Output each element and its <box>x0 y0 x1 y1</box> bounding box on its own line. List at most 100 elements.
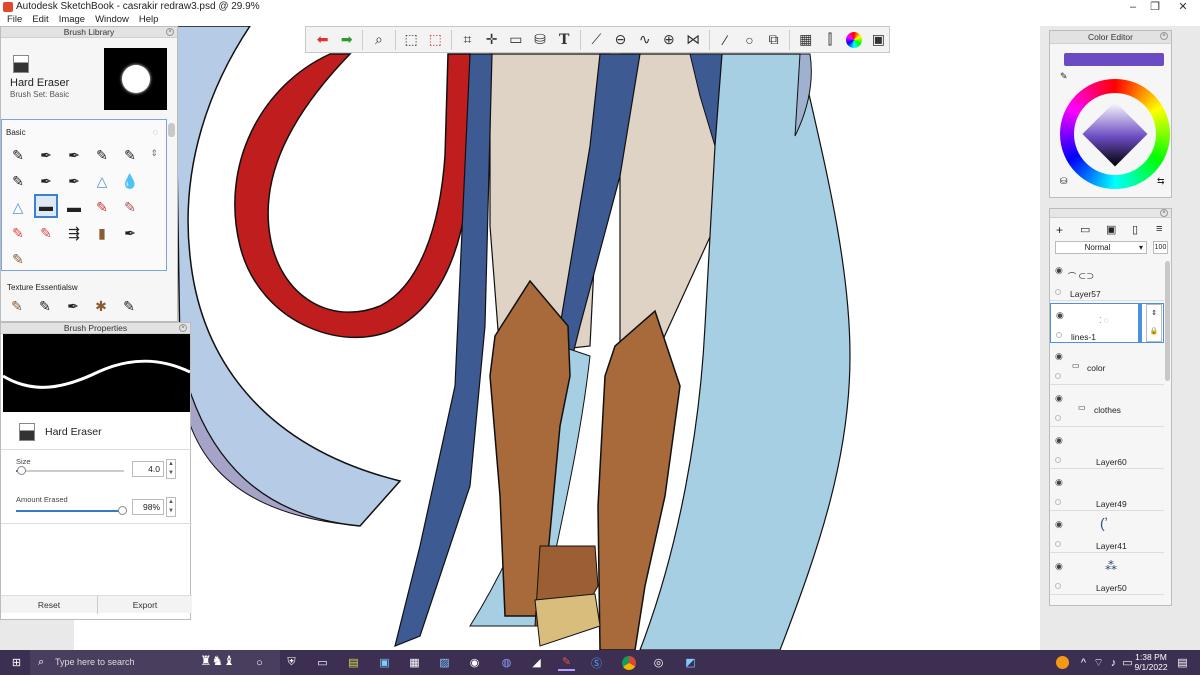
maximize-button[interactable]: ❐ <box>1142 0 1168 14</box>
brush-airbrush-icon[interactable]: △ <box>92 170 112 192</box>
menu-edit[interactable]: Edit <box>29 14 51 25</box>
menu-window[interactable]: Window <box>92 14 132 25</box>
redo-icon[interactable]: ➡ <box>336 29 357 51</box>
weather-icon[interactable] <box>1056 656 1069 669</box>
lock-indicator[interactable] <box>1055 541 1061 547</box>
brush-water-drop-icon[interactable]: 💧 <box>120 170 140 192</box>
eye-icon[interactable]: ◉ <box>1055 351 1063 362</box>
layer-row-group[interactable]: ◉ ▭ color <box>1050 345 1164 385</box>
blend-mode-select[interactable]: Normal ▾ <box>1055 241 1147 254</box>
lock-indicator[interactable] <box>1055 415 1061 421</box>
close-icon[interactable]: × <box>1160 32 1168 40</box>
amount-slider[interactable] <box>16 506 127 515</box>
sketchbook-taskbar-icon[interactable]: ✎ <box>558 654 575 671</box>
swap-colors-icon[interactable]: ⇆ <box>1157 176 1165 187</box>
text-icon[interactable]: T <box>554 29 575 51</box>
menu-help[interactable]: Help <box>136 14 162 25</box>
add-group-icon[interactable]: ▭ <box>1080 223 1090 236</box>
eye-icon[interactable]: ◉ <box>1055 265 1063 276</box>
eye-icon[interactable]: ◉ <box>1055 393 1063 404</box>
task-view-icon[interactable]: ○ <box>251 654 268 671</box>
eye-icon[interactable]: ◉ <box>1056 310 1064 321</box>
brush-pencil-icon[interactable]: ✎ <box>8 144 28 166</box>
magnifier-icon[interactable]: ⌕ <box>368 29 389 51</box>
lock-indicator[interactable] <box>1055 373 1061 379</box>
amount-stepper[interactable]: ▲ ▼ <box>166 497 176 517</box>
scrollbar-thumb[interactable] <box>168 123 175 137</box>
distort-icon[interactable]: ▭ <box>505 29 526 51</box>
size-slider-thumb[interactable] <box>17 466 27 475</box>
brush-ballpoint-icon[interactable]: ✎ <box>120 144 140 166</box>
windows-start-icon[interactable]: ⊞ <box>8 654 25 671</box>
layer-row[interactable]: ◉ Layer60 <box>1050 429 1164 469</box>
eyedropper-icon[interactable]: ✎ <box>1060 71 1068 82</box>
brush-flat-icon[interactable]: ✎ <box>120 196 140 218</box>
palette-icon[interactable]: ▣ <box>868 29 889 51</box>
layer-row[interactable]: ◉ Layer49 <box>1050 471 1164 511</box>
brush-fountain-pen-icon[interactable]: ✒ <box>64 170 84 192</box>
close-icon[interactable]: × <box>166 28 174 36</box>
brush-crayon-icon[interactable]: ✎ <box>8 222 28 244</box>
opacity-field[interactable]: 100 <box>1153 241 1168 254</box>
brushes-icon[interactable]: ⫿ <box>819 29 840 51</box>
calculator-icon[interactable]: ▦ <box>406 654 423 671</box>
eye-icon[interactable]: ◉ <box>1055 561 1063 572</box>
eye-icon[interactable]: ◉ <box>1055 435 1063 446</box>
amount-slider-thumb[interactable] <box>117 506 127 515</box>
brush-fine-pen-icon[interactable]: ✎ <box>8 170 28 192</box>
lock-indicator[interactable] <box>1055 457 1061 463</box>
gallery-icon[interactable]: ◩ <box>682 654 699 671</box>
eye-icon[interactable]: ◉ <box>1055 519 1063 530</box>
current-color-swatch[interactable] <box>1064 53 1164 66</box>
stroke-icon[interactable]: ∕ <box>715 29 736 51</box>
crop-icon[interactable]: ⌗ <box>457 29 478 51</box>
size-slider[interactable] <box>16 466 124 475</box>
ruler-icon[interactable]: ⟋ <box>586 29 607 51</box>
reset-button[interactable]: Reset <box>1 600 97 610</box>
app-icon[interactable]: ▤ <box>345 654 362 671</box>
curve-icon[interactable]: ∿ <box>634 29 655 51</box>
brush-blender-icon[interactable]: ✒ <box>120 222 140 244</box>
layer-menu-icon[interactable]: ≡ <box>1156 223 1162 235</box>
close-button[interactable]: ✕ <box>1170 0 1196 14</box>
screen-icon[interactable]: ▣ <box>376 654 393 671</box>
search-box[interactable]: ⌕ Type here to search ♜♞♝ <box>30 650 280 675</box>
clear-layer-icon[interactable]: ▯ <box>1132 223 1138 236</box>
brush-soft-airbrush-icon[interactable]: △ <box>8 196 28 218</box>
brush-texture-icon[interactable]: ▮ <box>92 222 112 244</box>
lock-indicator[interactable] <box>1056 332 1062 338</box>
layers-scrollbar[interactable] <box>1165 261 1170 381</box>
shape-icon[interactable]: ⧉ <box>763 29 784 51</box>
photos-icon[interactable]: ▨ <box>436 654 453 671</box>
texture-brush-icon[interactable]: ✱ <box>91 295 111 317</box>
layer-row[interactable]: ◉ (ʼ Layer41 <box>1050 513 1164 553</box>
size-stepper[interactable]: ▲ ▼ <box>166 459 176 479</box>
amount-value-field[interactable]: 98% <box>132 499 164 515</box>
brush-technical-pen-icon[interactable]: ✒ <box>36 144 56 166</box>
layer-move-controls[interactable]: ⇕ 🔒 <box>1146 304 1162 342</box>
close-icon[interactable]: × <box>1160 209 1168 217</box>
obs-icon[interactable]: ◎ <box>650 654 667 671</box>
texture-brush-icon[interactable]: ✒ <box>63 295 83 317</box>
scroll-arrows-icon[interactable]: ⇕ <box>150 148 158 159</box>
color-wheel-icon[interactable] <box>844 29 865 51</box>
add-image-icon[interactable]: ▣ <box>1106 223 1116 236</box>
select-icon[interactable]: ⬚ <box>401 29 422 51</box>
perspective-icon[interactable]: ⊕ <box>658 29 679 51</box>
layer-row[interactable]: ◉ ⁂ Layer50 <box>1050 555 1164 595</box>
brush-hard-eraser-icon[interactable]: ▬ <box>34 194 58 218</box>
steam-icon[interactable]: ◉ <box>466 654 483 671</box>
symmetry-icon[interactable]: ⋈ <box>683 29 704 51</box>
texture-brush-icon[interactable]: ✎ <box>7 295 27 317</box>
texture-brush-icon[interactable]: ✎ <box>119 295 139 317</box>
brush-chisel-icon[interactable]: ✎ <box>92 144 112 166</box>
skype-icon[interactable]: Ⓢ <box>588 654 605 671</box>
color-wheel[interactable] <box>1060 79 1170 189</box>
close-icon[interactable]: × <box>179 324 187 332</box>
lasso-icon[interactable]: ⬚ <box>425 29 446 51</box>
brush-oil-icon[interactable]: ✎ <box>8 248 28 270</box>
discord-icon[interactable]: ◍ <box>498 654 515 671</box>
layer-row[interactable]: ◉ ⌒ ⊂⊃ Layer57 <box>1050 259 1164 301</box>
brush-paint-icon[interactable]: ✎ <box>92 196 112 218</box>
brush-soft-eraser-icon[interactable]: ▬ <box>64 196 84 218</box>
